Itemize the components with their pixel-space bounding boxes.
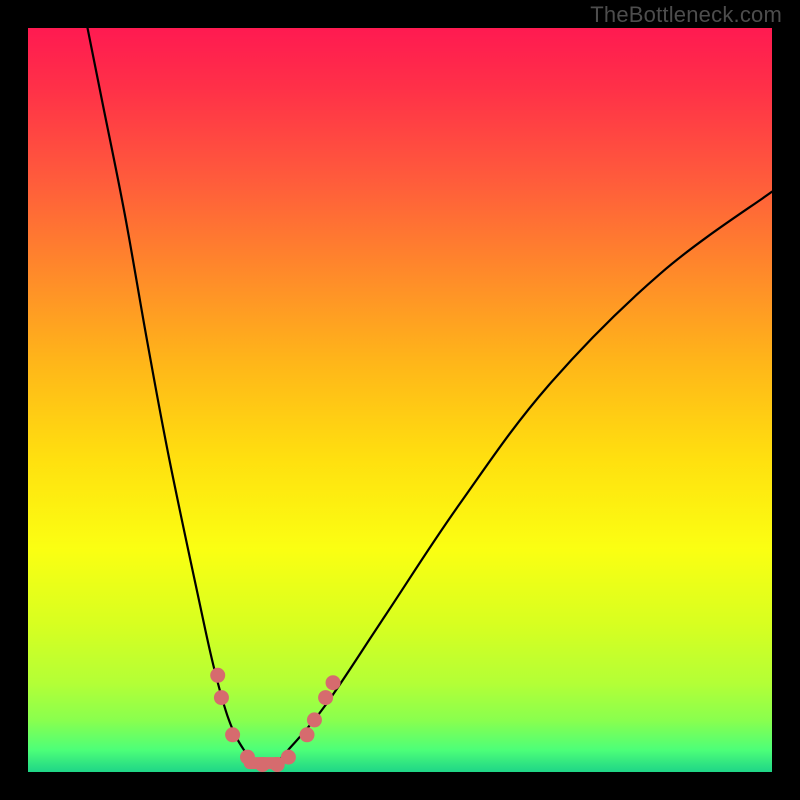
outer-frame: TheBottleneck.com <box>0 0 800 800</box>
bottleneck-curve <box>88 28 772 767</box>
highlight-marker <box>307 712 322 727</box>
highlight-marker <box>326 675 341 690</box>
highlight-marker <box>225 727 240 742</box>
highlight-marker <box>300 727 315 742</box>
highlight-marker <box>318 690 333 705</box>
watermark-text: TheBottleneck.com <box>590 2 782 28</box>
curve-layer <box>28 28 772 772</box>
plot-area <box>28 28 772 772</box>
highlight-flat-segment <box>244 757 285 769</box>
highlight-marker <box>210 668 225 683</box>
highlight-marker <box>214 690 229 705</box>
